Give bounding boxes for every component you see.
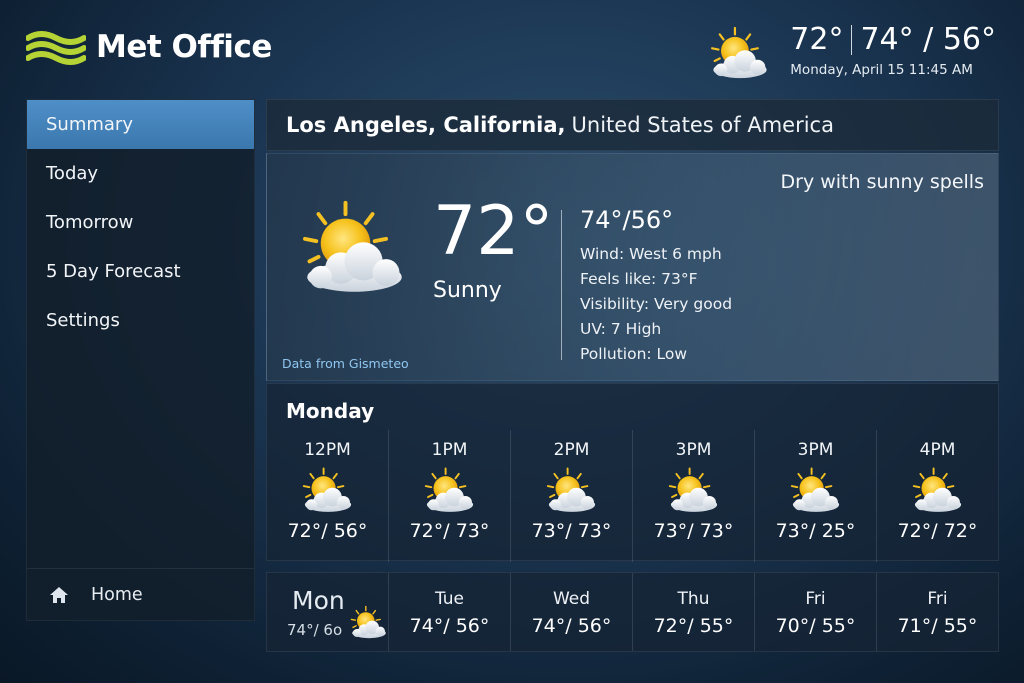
day-temps: 70°/ 55° xyxy=(775,615,856,637)
day-slot-today[interactable]: Mon 74°/ 6o xyxy=(267,573,388,651)
wind-detail: Wind: West 6 mph xyxy=(580,245,722,263)
sun-cloud-icon xyxy=(295,466,361,516)
day-slot[interactable]: Wed 74°/ 56° xyxy=(510,573,632,651)
day-slot[interactable]: Thu 72°/ 55° xyxy=(632,573,754,651)
hour-time: 12PM xyxy=(304,440,351,460)
uv-detail: UV: 7 High xyxy=(580,320,662,338)
hour-slot[interactable]: 1PM 72°/ 73° xyxy=(388,430,510,562)
sidebar-item-tomorrow[interactable]: Tomorrow xyxy=(27,198,254,247)
sun-cloud-icon xyxy=(417,466,483,516)
current-details: Wind: West 6 mph Feels like: 73°F Visibi… xyxy=(580,242,732,367)
current-temp: 72° xyxy=(433,192,554,271)
day-temps: 74°/ 56° xyxy=(409,615,490,637)
sun-cloud-icon xyxy=(702,24,778,84)
hour-temps: 73°/ 25° xyxy=(775,520,856,542)
day-temps: 74°/ 56° xyxy=(531,615,612,637)
current-divider xyxy=(561,210,562,360)
hour-slot[interactable]: 2PM 73°/ 73° xyxy=(510,430,632,562)
visibility-detail: Visibility: Very good xyxy=(580,295,733,313)
hour-time: 2PM xyxy=(553,440,590,460)
hour-temps: 72°/ 72° xyxy=(897,520,978,542)
day-name: Tue xyxy=(434,589,465,609)
sun-cloud-icon xyxy=(905,466,971,516)
met-office-waves-icon xyxy=(26,31,86,65)
hour-temps: 72°/ 56° xyxy=(287,520,368,542)
header-datetime: Monday, April 15 11:45 AM xyxy=(790,62,973,78)
met-office-logo: Met Office xyxy=(26,28,272,66)
header-hi-lo: 74° / 56° xyxy=(860,22,996,57)
location-city: Los Angeles, California, xyxy=(286,113,566,137)
forecast-summary: Dry with sunny spells xyxy=(780,171,985,193)
day-temps: 74°/ 6o xyxy=(287,621,343,639)
sidebar-item-settings[interactable]: Settings xyxy=(27,296,254,345)
hour-time: 1PM xyxy=(431,440,468,460)
day-temps: 72°/ 55° xyxy=(653,615,734,637)
pollution-detail: Pollution: Low xyxy=(580,345,688,363)
day-temps: 71°/ 55° xyxy=(897,615,978,637)
hour-slot[interactable]: 3PM 73°/ 73° xyxy=(632,430,754,562)
hour-slot[interactable]: 3PM 73°/ 25° xyxy=(754,430,876,562)
day-name: Mon xyxy=(292,586,345,615)
sidebar-item-5-day-forecast[interactable]: 5 Day Forecast xyxy=(27,247,254,296)
daily-forecast: Mon 74°/ 6o Tue 74°/ 56° Wed 74°/ 56° Th… xyxy=(266,572,999,652)
data-source-link[interactable]: Data from Gismeteo xyxy=(282,356,409,371)
header-weather: 72° 74° / 56° Monday, April 15 11:45 AM xyxy=(702,22,996,84)
hourly-forecast: Monday 12PM 72°/ 56° 1PM 72°/ 73° 2PM 73… xyxy=(266,383,999,562)
current-condition: Sunny xyxy=(433,278,502,303)
sun-cloud-icon xyxy=(287,194,422,304)
logo-text: Met Office xyxy=(96,29,272,65)
day-slot[interactable]: Tue 74°/ 56° xyxy=(388,573,510,651)
hour-time: 4PM xyxy=(919,440,956,460)
sun-cloud-icon xyxy=(345,603,393,643)
sun-cloud-icon xyxy=(539,466,605,516)
sidebar-item-summary[interactable]: Summary xyxy=(27,100,254,149)
hour-temps: 72°/ 73° xyxy=(409,520,490,542)
location-bar: Los Angeles, California, United States o… xyxy=(266,99,999,151)
current-hi-lo: 74°/56° xyxy=(580,206,674,234)
hour-temps: 73°/ 73° xyxy=(531,520,612,542)
hour-slot[interactable]: 4PM 72°/ 72° xyxy=(876,430,998,562)
day-name: Wed xyxy=(552,589,591,609)
day-slot[interactable]: Fri 71°/ 55° xyxy=(876,573,998,651)
hour-time: 3PM xyxy=(675,440,712,460)
day-name: Fri xyxy=(805,589,826,609)
day-name: Thu xyxy=(677,589,710,609)
location-country: United States of America xyxy=(571,113,834,137)
sidebar: Summary Today Tomorrow 5 Day Forecast Se… xyxy=(26,99,255,621)
sidebar-item-today[interactable]: Today xyxy=(27,149,254,198)
sun-cloud-icon xyxy=(661,466,727,516)
hour-time: 3PM xyxy=(797,440,834,460)
header-separator xyxy=(851,25,853,55)
home-icon xyxy=(50,586,68,603)
hour-temps: 73°/ 73° xyxy=(653,520,734,542)
header-current-temp: 72° xyxy=(790,22,844,57)
sun-cloud-icon xyxy=(783,466,849,516)
hourly-day-label: Monday xyxy=(286,399,375,423)
day-slot[interactable]: Fri 70°/ 55° xyxy=(754,573,876,651)
current-conditions: 72° Sunny Data from Gismeteo 74°/56° Win… xyxy=(266,153,999,381)
home-button[interactable]: Home xyxy=(27,568,254,620)
hour-slot[interactable]: 12PM 72°/ 56° xyxy=(267,430,388,562)
day-name: Fri xyxy=(927,589,948,609)
home-label: Home xyxy=(91,584,143,605)
feels-like-detail: Feels like: 73°F xyxy=(580,270,698,288)
